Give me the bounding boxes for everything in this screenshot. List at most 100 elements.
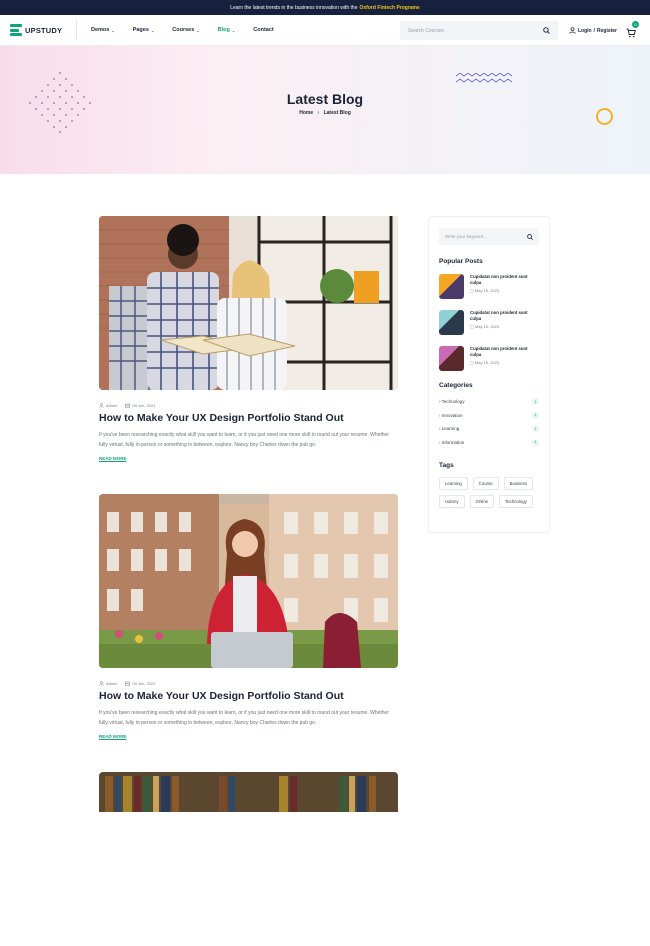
popular-posts-heading: Popular Posts	[439, 258, 483, 265]
sidebar-search-input[interactable]: Write your keyword...	[439, 228, 539, 245]
popular-post-date-text: May 15, 2023	[474, 288, 500, 293]
category-count: 1	[532, 425, 539, 433]
tag-technology[interactable]: Technology	[499, 495, 533, 508]
category-item-information[interactable]: › Information 1	[439, 436, 539, 450]
search-icon[interactable]	[527, 233, 533, 240]
tag-online[interactable]: Online	[469, 495, 495, 508]
blog-sidebar: Write your keyword... Popular Posts Cupi…	[428, 216, 550, 533]
popular-post[interactable]: Cupidatat non proident sunt culpa ▢ May …	[439, 310, 539, 335]
popular-post-date: ▢ May 15, 2023	[470, 324, 536, 329]
post-author[interactable]: Admin	[106, 681, 117, 686]
tag-learning[interactable]: Learning	[439, 477, 468, 490]
post-author[interactable]: Admin	[106, 403, 117, 408]
auth-separator: /	[593, 27, 595, 34]
post-date: 09 Jun, 2021	[132, 403, 156, 408]
announcement-bar: Learn the latest trends in the business …	[0, 0, 650, 15]
popular-post[interactable]: Cupidatat non proident sunt culpa ▢ May …	[439, 274, 539, 299]
post-excerpt: If you've been researching exactly what …	[99, 432, 389, 448]
tag-business[interactable]: Business	[503, 477, 534, 490]
header-divider	[76, 20, 77, 40]
post-meta: Admin 09 Jun, 2021	[99, 403, 398, 408]
post-title[interactable]: How to Make Your UX Design Portfolio Sta…	[99, 690, 398, 702]
cart-count-badge: 0	[632, 21, 639, 28]
page-hero: Latest Blog Home › Latest Blog	[0, 46, 650, 174]
post-image[interactable]	[99, 494, 398, 668]
category-label: Innovation	[441, 412, 463, 418]
login-link[interactable]: Login	[578, 28, 592, 34]
category-item-innovation[interactable]: › Innovation 1	[439, 409, 539, 423]
nav-item-label: Courses	[172, 27, 195, 33]
breadcrumb-current: Latest Blog	[323, 110, 351, 116]
post-title[interactable]: How to Make Your UX Design Portfolio Sta…	[99, 412, 398, 424]
chevron-down-icon: ⌄	[150, 27, 155, 33]
announcement-text: Learn the latest trends in the business …	[230, 4, 358, 11]
calendar-icon	[125, 681, 131, 686]
categories-heading: Categories	[439, 382, 473, 389]
nav-item-demos[interactable]: Demos ⌄	[91, 27, 115, 33]
cart-button[interactable]: 0	[626, 21, 639, 38]
main-nav: Demos ⌄ Pages ⌄ Courses ⌄ Blog ⌄ Contact	[91, 27, 274, 33]
category-count: 1	[532, 411, 539, 419]
chevron-right-icon: ›	[439, 412, 441, 418]
date-meta: 09 Jun, 2021	[125, 681, 155, 686]
blog-post	[99, 772, 398, 946]
announcement-link[interactable]: Oxford Fintech Programe	[360, 5, 420, 11]
search-placeholder: Search Courses	[408, 27, 444, 34]
auth-links: Login / Register	[569, 27, 617, 34]
popular-post-title: Cupidatat non proident sunt culpa	[470, 310, 528, 321]
category-item-learning[interactable]: › Learning 1	[439, 422, 539, 436]
popular-post-thumbnail	[439, 346, 464, 371]
category-label: Technology	[441, 399, 465, 405]
category-count: 1	[532, 398, 539, 406]
popular-post-title: Cupidatat non proident sunt culpa	[470, 346, 528, 357]
popular-post-date-text: May 15, 2023	[474, 324, 500, 329]
popular-post-thumbnail	[439, 274, 464, 299]
sidebar-search-placeholder: Write your keyword...	[445, 234, 488, 239]
calendar-icon	[125, 403, 131, 408]
popular-post[interactable]: Cupidatat non proident sunt culpa ▢ May …	[439, 346, 539, 371]
popular-post-title: Cupidatat non proident sunt culpa	[470, 274, 528, 285]
post-excerpt: If you've been researching exactly what …	[99, 710, 389, 726]
popular-post-date-text: May 15, 2023	[474, 360, 500, 365]
chevron-down-icon: ⌄	[111, 27, 115, 33]
category-label: Information	[441, 439, 465, 445]
logo-icon	[10, 24, 22, 36]
header-search-input[interactable]: Search Courses	[400, 21, 558, 40]
read-more-link[interactable]: READ MORE	[99, 456, 398, 461]
user-icon	[99, 403, 104, 408]
tags-heading: Tags	[439, 462, 454, 469]
nav-item-contact[interactable]: Contact	[253, 27, 273, 33]
nav-item-label: Contact	[253, 27, 274, 33]
nav-item-label: Pages	[132, 27, 149, 33]
nav-item-pages[interactable]: Pages ⌄	[133, 27, 155, 33]
author-meta: Admin	[99, 403, 117, 408]
read-more-link[interactable]: READ MORE	[99, 734, 398, 739]
search-icon[interactable]	[543, 27, 550, 34]
tag-udemy[interactable]: Udemy	[439, 495, 465, 508]
breadcrumb: Home › Latest Blog	[0, 110, 650, 116]
page-title: Latest Blog	[286, 91, 364, 107]
chevron-right-icon: ›	[317, 110, 320, 116]
tag-course[interactable]: Course	[472, 477, 499, 490]
chevron-down-icon: ⌄	[196, 27, 200, 33]
chevron-right-icon: ›	[439, 439, 441, 445]
nav-item-blog[interactable]: Blog ⌄	[218, 27, 236, 33]
category-label: Learning	[441, 426, 460, 432]
blog-post: Admin 09 Jun, 2021 How to Make Your UX D…	[99, 494, 398, 739]
chevron-right-icon: ›	[439, 399, 441, 405]
date-meta: 09 Jun, 2021	[125, 403, 155, 408]
chevron-down-icon: ⌄	[231, 27, 236, 33]
author-meta: Admin	[99, 681, 117, 686]
tag-cloud: Learning Course Business Udemy Online Te…	[439, 477, 539, 508]
popular-post-date: ▢ May 15, 2023	[470, 360, 536, 365]
post-image[interactable]	[99, 216, 398, 390]
post-image[interactable]	[99, 772, 398, 946]
logo[interactable]: UPSTUDY	[10, 24, 76, 36]
breadcrumb-home[interactable]: Home	[299, 110, 313, 116]
popular-post-date: ▢ May 15, 2023	[470, 288, 536, 293]
logo-text: UPSTUDY	[25, 25, 63, 35]
category-item-technology[interactable]: › Technology 1	[439, 395, 539, 409]
register-link[interactable]: Register	[597, 28, 617, 34]
nav-item-courses[interactable]: Courses ⌄	[172, 27, 199, 33]
user-icon	[569, 27, 576, 34]
